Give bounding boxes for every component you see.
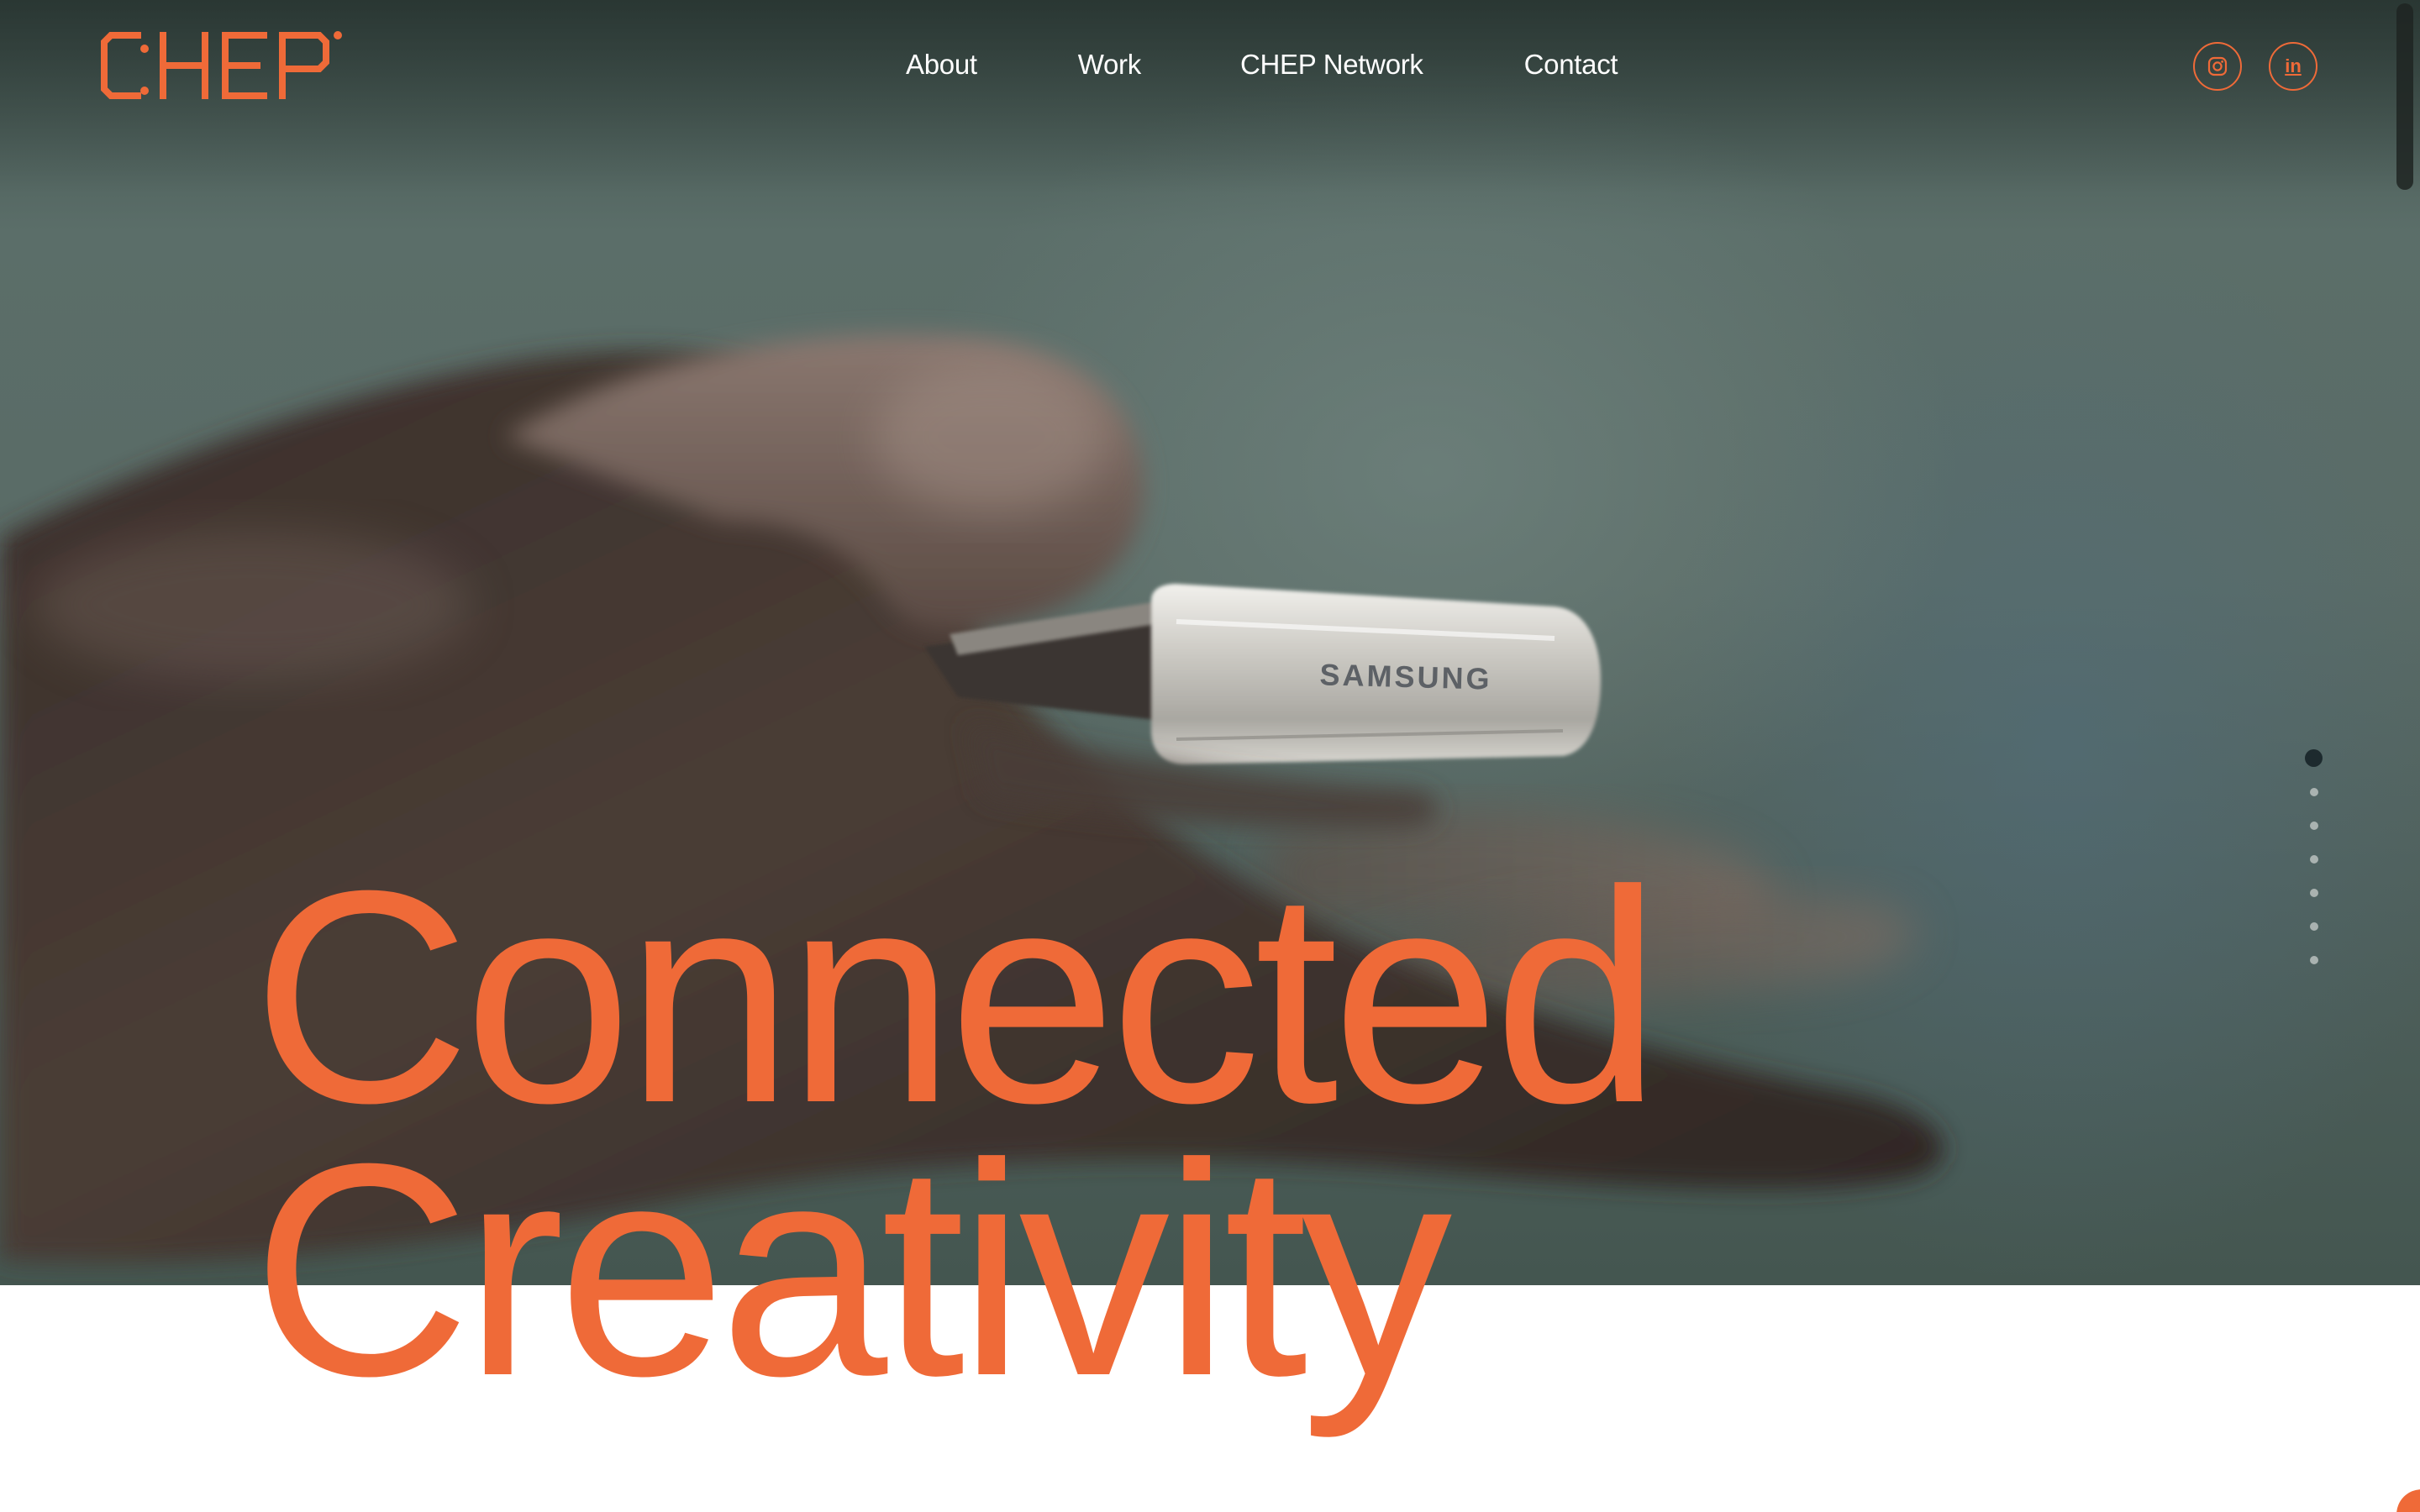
slide-dot-5[interactable] [2310, 889, 2318, 897]
headline-line-connected: Connected [252, 828, 1661, 1166]
slide-dot-6[interactable] [2310, 922, 2318, 931]
slide-dot-1[interactable] [2305, 749, 2323, 767]
chep-logo-mark [101, 31, 342, 99]
hero-top-shade [0, 0, 2420, 193]
nav-link-work[interactable]: Work [1078, 49, 1142, 81]
device-samsung-cap: SAMSUNG [1151, 584, 1601, 764]
nav-link-chep-network[interactable]: CHEP Network [1240, 49, 1423, 81]
instagram-icon [2207, 56, 2228, 76]
nav-link-about[interactable]: About [906, 49, 977, 81]
chep-logo[interactable] [99, 30, 343, 104]
linkedin-icon: in [2285, 55, 2302, 76]
headline-line-creativity: Creativity [252, 1101, 1452, 1439]
nav-link-contact[interactable]: Contact [1524, 49, 1618, 81]
main-nav: About Work CHEP Network Contact [906, 49, 1618, 81]
slide-dot-2[interactable] [2310, 788, 2318, 796]
linkedin-button[interactable]: in [2269, 42, 2317, 91]
hero-headline: Connected Creativity [252, 828, 1661, 1439]
page-scrollbar-thumb[interactable] [2396, 3, 2413, 190]
floating-action-button-edge[interactable] [2396, 1489, 2420, 1512]
slide-dot-4[interactable] [2310, 855, 2318, 864]
slide-dot-7[interactable] [2310, 956, 2318, 964]
slide-dot-3[interactable] [2310, 822, 2318, 830]
device-brand-text: SAMSUNG [1319, 657, 1492, 696]
instagram-button[interactable] [2193, 42, 2242, 91]
page: SAMSUNG About Work CHEP Network Contact … [0, 0, 2420, 1512]
